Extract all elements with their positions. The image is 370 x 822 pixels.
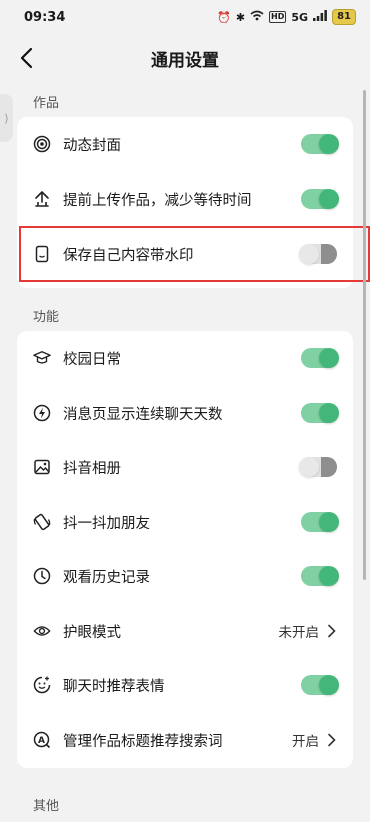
setting-row-album[interactable]: 抖音相册 xyxy=(17,440,353,494)
setting-value: 开启 xyxy=(292,734,319,750)
setting-row-campus[interactable]: 校园日常 xyxy=(17,331,353,385)
emoji-icon xyxy=(33,676,51,694)
hd-icon: HD xyxy=(269,11,287,23)
toggle-switch-on[interactable] xyxy=(301,512,339,532)
graduation-cap-icon xyxy=(33,349,51,367)
svg-text:A: A xyxy=(38,736,45,746)
setting-label: 抖一抖加朋友 xyxy=(63,515,150,532)
setting-label: 抖音相册 xyxy=(63,460,121,477)
signal-icon xyxy=(313,10,327,24)
toggle-switch-on[interactable] xyxy=(301,348,339,368)
toggle-switch-on[interactable] xyxy=(301,675,339,695)
setting-label: 管理作品标题推荐搜索词 xyxy=(63,733,223,750)
page-header: 通用设置 xyxy=(0,36,370,80)
setting-row-chat-streak[interactable]: 消息页显示连续聊天天数 xyxy=(17,386,353,440)
setting-row-eye-protection[interactable]: 护眼模式 未开启 xyxy=(17,604,353,658)
lightning-icon xyxy=(33,404,51,422)
section-label-works: 作品 xyxy=(33,96,60,111)
setting-label: 动态封面 xyxy=(63,137,121,154)
search-word-icon: A xyxy=(33,731,51,749)
wifi-icon xyxy=(250,10,264,24)
page-title: 通用设置 xyxy=(151,50,219,71)
setting-row-pre-upload[interactable]: 提前上传作品，减少等待时间 xyxy=(17,172,353,226)
live-cover-icon xyxy=(33,135,51,153)
bluetooth-icon: ✱ xyxy=(235,10,246,24)
setting-label: 护眼模式 xyxy=(63,624,121,641)
network-type: 5G xyxy=(291,10,309,24)
alarm-icon: ⏰ xyxy=(217,10,231,24)
back-button[interactable] xyxy=(12,44,40,72)
toggle-switch-on[interactable] xyxy=(301,566,339,586)
section-label-features: 功能 xyxy=(33,310,60,325)
setting-label: 观看历史记录 xyxy=(63,569,150,586)
toggle-switch-on[interactable] xyxy=(301,134,339,154)
clock-icon xyxy=(33,567,51,585)
photo-album-icon xyxy=(33,458,51,476)
status-bar: 09:34 ⏰ ✱ HD 5G 81 xyxy=(0,0,370,34)
status-icons: ⏰ ✱ HD 5G 81 xyxy=(217,9,356,25)
setting-row-title-search-words[interactable]: A 管理作品标题推荐搜索词 开启 xyxy=(17,713,353,767)
section-label-other: 其他 xyxy=(33,799,60,814)
battery-level: 81 xyxy=(332,9,356,25)
setting-row-watch-history[interactable]: 观看历史记录 xyxy=(17,549,353,603)
setting-row-live-cover[interactable]: 动态封面 xyxy=(17,117,353,171)
side-drawer-handle[interactable]: ⟩ xyxy=(0,94,13,142)
setting-label: 提前上传作品，减少等待时间 xyxy=(63,192,252,209)
upload-icon xyxy=(33,190,51,208)
features-settings-card: 校园日常 消息页显示连续聊天天数 抖音相册 抖一抖加朋友 观看历史记录 护眼模式 xyxy=(17,331,353,768)
scrollbar[interactable] xyxy=(363,90,366,580)
shake-phone-icon xyxy=(33,513,51,531)
setting-label: 消息页显示连续聊天天数 xyxy=(63,406,223,423)
eye-icon xyxy=(33,622,51,640)
setting-row-shake-friends[interactable]: 抖一抖加朋友 xyxy=(17,495,353,549)
toggle-switch-on[interactable] xyxy=(301,403,339,423)
chevron-right-icon xyxy=(328,624,336,638)
setting-row-chat-emoji[interactable]: 聊天时推荐表情 xyxy=(17,658,353,712)
setting-value: 未开启 xyxy=(278,625,320,641)
status-time: 09:34 xyxy=(24,9,66,25)
setting-label: 校园日常 xyxy=(63,351,121,368)
setting-label: 聊天时推荐表情 xyxy=(63,678,165,695)
chevron-left-icon xyxy=(20,47,33,69)
chevron-right-icon xyxy=(328,733,336,747)
toggle-switch-off[interactable] xyxy=(299,457,337,477)
toggle-switch-on[interactable] xyxy=(301,189,339,209)
